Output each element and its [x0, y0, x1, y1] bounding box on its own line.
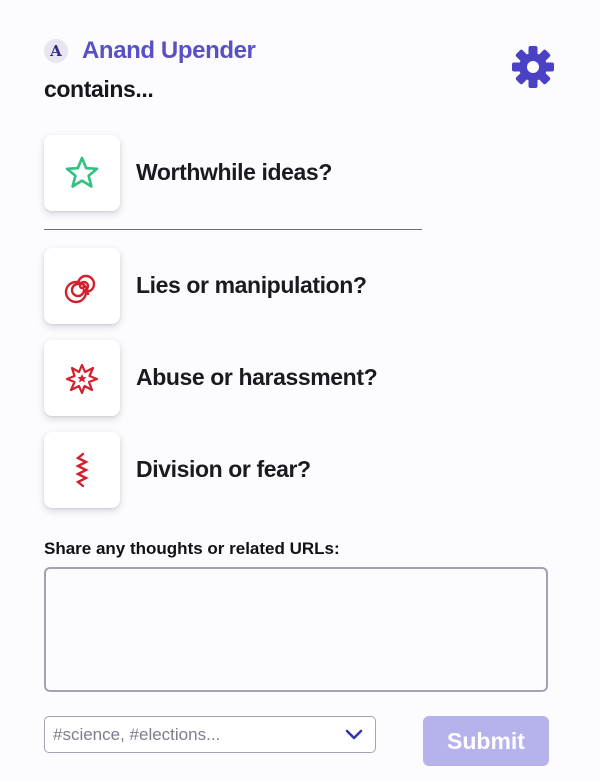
spiral-icon [64, 274, 96, 304]
option-abuse-harassment[interactable]: Abuse or harassment? [44, 340, 504, 416]
contains-heading: contains... [44, 76, 154, 102]
chevron-down-icon[interactable] [345, 728, 363, 742]
option-label: Lies or manipulation? [136, 272, 367, 298]
share-thoughts-label: Share any thoughts or related URLs: [44, 539, 340, 558]
author-name[interactable]: Anand Upender [82, 36, 256, 66]
option-icon-box[interactable] [44, 432, 120, 508]
option-lies-manipulation[interactable]: Lies or manipulation? [44, 248, 504, 324]
option-icon-box[interactable] [44, 135, 120, 211]
tags-select[interactable]: #science, #elections... [44, 716, 376, 753]
tags-placeholder: #science, #elections... [53, 725, 221, 744]
author-avatar[interactable]: A [44, 39, 68, 63]
star-icon [65, 156, 99, 188]
option-division-fear[interactable]: Division or fear? [44, 432, 504, 508]
option-icon-box[interactable] [44, 340, 120, 416]
option-worthwhile-ideas[interactable]: Worthwhile ideas? [44, 135, 504, 211]
option-label: Abuse or harassment? [136, 364, 378, 390]
gear-icon[interactable] [509, 43, 557, 91]
option-label: Worthwhile ideas? [136, 159, 332, 185]
divider [44, 229, 422, 230]
burst-icon [65, 363, 99, 395]
submit-button[interactable]: Submit [423, 716, 549, 766]
option-label: Division or fear? [136, 456, 311, 482]
post-header: A Anand Upender contains... [44, 36, 564, 106]
comment-textarea[interactable] [44, 567, 548, 692]
option-icon-box[interactable] [44, 248, 120, 324]
zigzag-icon [75, 452, 89, 488]
